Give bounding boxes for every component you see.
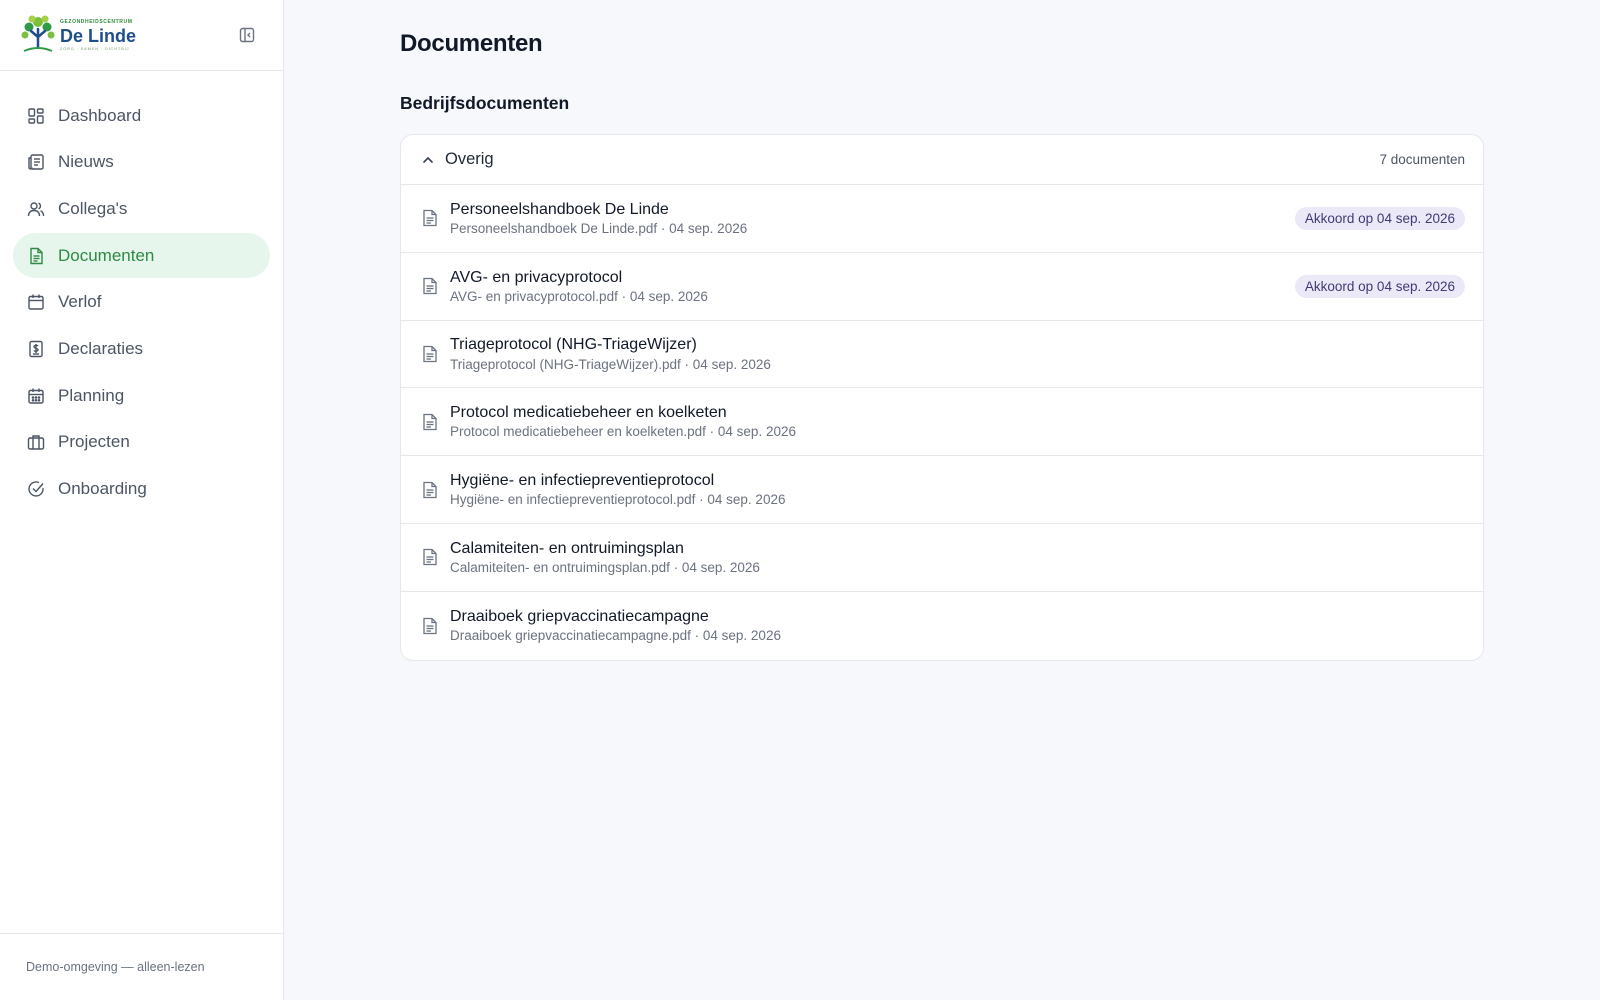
- check-circle-icon: [26, 479, 46, 499]
- tree-logo-icon: [21, 15, 55, 52]
- sidebar-item-nieuws[interactable]: Nieuws: [13, 140, 270, 185]
- document-meta: AVG- en privacyprotocol.pdf · 04 sep. 20…: [450, 288, 708, 304]
- document-meta: Personeelshandboek De Linde.pdf · 04 sep…: [450, 221, 748, 237]
- file-text-icon: [421, 480, 439, 500]
- document-meta: Hygiëne- en infectiepreventieprotocol.pd…: [450, 492, 786, 508]
- sidebar-item-dashboard[interactable]: Dashboard: [13, 93, 270, 138]
- sidebar-item-planning[interactable]: Planning: [13, 373, 270, 418]
- file-text-icon: [26, 246, 46, 266]
- document-row[interactable]: AVG- en privacyprotocol AVG- en privacyp…: [401, 253, 1483, 321]
- sidebar-item-label: Declaraties: [58, 338, 144, 358]
- newspaper-icon: [26, 152, 46, 172]
- section-title: Bedrijfsdocumenten: [400, 93, 570, 113]
- document-title: Protocol medicatiebeheer en koelketen: [450, 404, 727, 422]
- sidebar-item-declaraties[interactable]: Declaraties: [13, 326, 270, 371]
- document-row[interactable]: Calamiteiten- en ontruimingsplan Calamit…: [401, 524, 1483, 592]
- sidebar-item-label: Planning: [58, 385, 125, 405]
- sidebar-item-label: Nieuws: [58, 152, 114, 172]
- sidebar-item-label: Collega's: [58, 198, 128, 218]
- brand-logo[interactable]: GEZONDHEIDSCENTRUM De Linde ZORG · SAMEN…: [20, 15, 136, 55]
- brand-top-text: GEZONDHEIDSCENTRUM: [60, 18, 133, 25]
- sidebar-item-collegas[interactable]: Collega's: [13, 186, 270, 231]
- document-row[interactable]: Personeelshandboek De Linde Personeelsha…: [401, 185, 1483, 253]
- document-group-card: Overig 7 documenten Personeelshandboek D…: [400, 134, 1484, 661]
- sidebar-item-label: Projecten: [58, 432, 130, 452]
- document-row[interactable]: Protocol medicatiebeheer en koelketen Pr…: [401, 388, 1483, 457]
- group-count: 7 documenten: [1379, 152, 1465, 167]
- calendar-icon: [26, 292, 46, 312]
- status-badge: Akkoord op 04 sep. 2026: [1294, 274, 1465, 298]
- document-row[interactable]: Hygiëne- en infectiepreventieprotocol Hy…: [401, 456, 1483, 524]
- main-content: Documenten Bedrijfsdocumenten Overig 7 d…: [284, 0, 1600, 1000]
- sidebar-item-label: Verlof: [58, 292, 102, 312]
- document-row[interactable]: Triageprotocol (NHG-TriageWijzer) Triage…: [401, 321, 1483, 389]
- file-text-icon: [421, 547, 439, 567]
- sidebar-item-documenten[interactable]: Documenten: [13, 233, 270, 279]
- page-title: Documenten: [400, 30, 543, 57]
- sidebar: GEZONDHEIDSCENTRUM De Linde ZORG · SAMEN…: [0, 0, 284, 1000]
- grid-icon: [26, 106, 46, 126]
- document-title: Personeelshandboek De Linde: [450, 200, 669, 218]
- briefcase-icon: [26, 432, 46, 452]
- sidebar-item-label: Onboarding: [58, 479, 147, 498]
- sidebar-item-label: Dashboard: [58, 105, 142, 125]
- chevron-up-icon: [423, 156, 433, 163]
- document-title: Triageprotocol (NHG-TriageWijzer): [450, 336, 697, 354]
- sidebar-header: GEZONDHEIDSCENTRUM De Linde ZORG · SAMEN…: [0, 0, 283, 71]
- group-toggle-header[interactable]: Overig 7 documenten: [401, 135, 1483, 185]
- document-meta: Calamiteiten- en ontruimingsplan.pdf · 0…: [450, 560, 760, 576]
- calendar-grid-icon: [26, 386, 46, 406]
- file-text-icon: [421, 616, 439, 636]
- users-icon: [26, 199, 46, 219]
- sidebar-nav: Dashboard Nieuws Collega's Documenten Ve…: [0, 71, 283, 535]
- brand-tagline: ZORG · SAMEN · DICHTBIJ: [60, 45, 130, 51]
- sidebar-footer: Demo-omgeving — alleen-lezen: [0, 933, 283, 1000]
- sidebar-item-verlof[interactable]: Verlof: [13, 280, 270, 325]
- file-text-icon: [421, 344, 439, 364]
- document-title: AVG- en privacyprotocol: [450, 268, 623, 286]
- document-title: Hygiëne- en infectiepreventieprotocol: [450, 471, 715, 489]
- brand-name: De Linde: [60, 25, 137, 46]
- sidebar-collapse-icon: [239, 27, 255, 43]
- document-meta: Triageprotocol (NHG-TriageWijzer).pdf · …: [450, 356, 771, 372]
- sidebar-item-label: Documenten: [58, 245, 155, 265]
- document-meta: Draaiboek griepvaccinatiecampagne.pdf · …: [450, 628, 781, 644]
- document-title: Draaiboek griepvaccinatiecampagne: [450, 607, 709, 625]
- receipt-icon: [26, 339, 46, 359]
- collapse-sidebar-button[interactable]: [237, 25, 257, 45]
- file-text-icon: [421, 208, 439, 228]
- sidebar-item-onboarding[interactable]: Onboarding: [13, 467, 270, 512]
- file-text-icon: [421, 412, 439, 432]
- document-row[interactable]: Draaiboek griepvaccinatiecampagne Draaib…: [401, 592, 1483, 660]
- document-meta: Protocol medicatiebeheer en koelketen.pd…: [450, 424, 796, 440]
- group-title: Overig: [445, 150, 494, 168]
- file-text-icon: [421, 276, 439, 296]
- document-title: Calamiteiten- en ontruimingsplan: [450, 539, 684, 557]
- sidebar-item-projecten[interactable]: Projecten: [13, 420, 270, 465]
- status-badge: Akkoord op 04 sep. 2026: [1294, 206, 1465, 230]
